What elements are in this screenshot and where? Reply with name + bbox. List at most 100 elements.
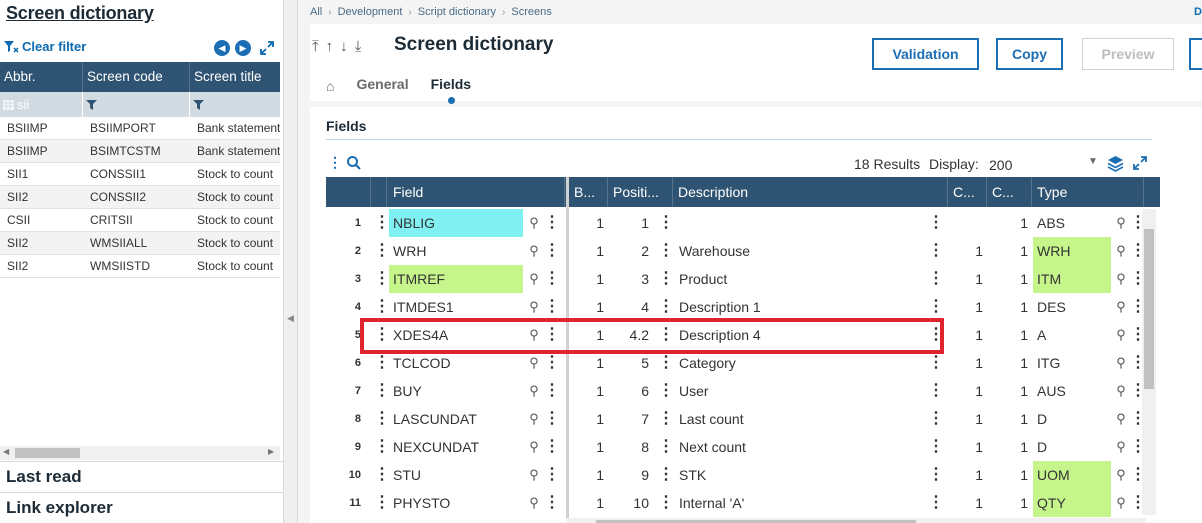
position-cell[interactable]: 10 — [608, 489, 653, 517]
type-cell[interactable]: D — [1033, 433, 1111, 461]
position-menu-icon[interactable]: ⋮ — [658, 377, 670, 405]
c1-cell[interactable]: 1 — [948, 405, 987, 433]
field-cell[interactable]: NBLIG — [389, 209, 523, 237]
breadcrumb-development[interactable]: Development — [338, 6, 403, 18]
type-menu-icon[interactable]: ⋮ — [1130, 321, 1142, 349]
position-menu-icon[interactable]: ⋮ — [658, 433, 670, 461]
position-cell[interactable]: 3 — [608, 265, 653, 293]
type-cell[interactable]: A — [1033, 321, 1111, 349]
field-menu-icon[interactable]: ⋮ — [544, 237, 556, 265]
row-menu-icon[interactable]: ⋮ — [374, 265, 386, 293]
validation-button[interactable]: Validation — [872, 38, 979, 70]
description-cell[interactable]: Last count — [675, 405, 925, 433]
list-item[interactable]: SII2 WMSIIALL Stock to count — [0, 232, 280, 255]
b-cell[interactable]: 1 — [569, 461, 608, 489]
search-icon[interactable]: ⚲ — [1112, 237, 1130, 265]
field-menu-icon[interactable]: ⋮ — [544, 489, 556, 517]
c1-cell[interactable] — [948, 209, 987, 237]
c2-cell[interactable]: 1 — [987, 265, 1032, 293]
c2-cell[interactable]: 1 — [987, 489, 1032, 517]
type-cell[interactable]: ITM — [1033, 265, 1111, 293]
field-cell[interactable]: BUY — [389, 377, 523, 405]
row-menu-icon[interactable]: ⋮ — [374, 433, 386, 461]
c2-cell[interactable]: 1 — [987, 293, 1032, 321]
breadcrumb-script-dictionary[interactable]: Script dictionary — [418, 6, 496, 18]
vertical-scrollbar[interactable] — [1142, 209, 1156, 515]
search-icon[interactable]: ⚲ — [1112, 405, 1130, 433]
type-cell[interactable]: DES — [1033, 293, 1111, 321]
position-menu-icon[interactable]: ⋮ — [658, 237, 670, 265]
clear-filter-button[interactable]: Clear filter — [4, 39, 86, 54]
layers-icon[interactable] — [1107, 155, 1124, 172]
field-menu-icon[interactable]: ⋮ — [544, 377, 556, 405]
field-cell[interactable]: PHYSTO — [389, 489, 523, 517]
column-header-screen-title[interactable]: Screen title — [190, 62, 280, 92]
field-menu-icon[interactable]: ⋮ — [544, 461, 556, 489]
search-icon[interactable]: ⚲ — [1112, 265, 1130, 293]
position-menu-icon[interactable]: ⋮ — [658, 209, 670, 237]
field-cell[interactable]: ITMREF — [389, 265, 523, 293]
search-icon[interactable]: ⚲ — [525, 209, 543, 237]
description-cell[interactable]: Warehouse — [675, 237, 925, 265]
list-item[interactable]: BSIIMP BSIIMPORT Bank statement — [0, 117, 280, 140]
screen-title-filter[interactable] — [190, 92, 280, 117]
last-record-icon[interactable]: ⤓ — [355, 38, 362, 55]
c2-cell[interactable]: 1 — [987, 377, 1032, 405]
description-menu-icon[interactable]: ⋮ — [928, 237, 940, 265]
table-row[interactable]: 8 ⋮ LASCUNDAT ⚲ ⋮ 1 7 ⋮ Last count ⋮ 1 1 D ⚲ ⋮ — [326, 405, 1160, 433]
c2-cell[interactable]: 1 — [987, 405, 1032, 433]
display-select[interactable]: 200 — [989, 157, 1012, 173]
next-icon[interactable]: ▶ — [235, 40, 251, 56]
next-record-icon[interactable]: ↓ — [340, 38, 348, 55]
type-cell[interactable]: AUS — [1033, 377, 1111, 405]
type-menu-icon[interactable]: ⋮ — [1130, 237, 1142, 265]
left-panel-title[interactable]: Screen dictionary — [6, 3, 154, 24]
position-cell[interactable]: 6 — [608, 377, 653, 405]
row-menu-icon[interactable]: ⋮ — [374, 293, 386, 321]
field-menu-icon[interactable]: ⋮ — [544, 433, 556, 461]
description-cell[interactable]: Description 1 — [675, 293, 925, 321]
type-menu-icon[interactable]: ⋮ — [1130, 293, 1142, 321]
list-item[interactable]: BSIIMP BSIMTCSTM Bank statement — [0, 140, 280, 163]
position-cell[interactable]: 8 — [608, 433, 653, 461]
search-icon[interactable]: ⚲ — [1112, 461, 1130, 489]
table-row[interactable]: 4 ⋮ ITMDES1 ⚲ ⋮ 1 4 ⋮ Description 1 ⋮ 1 1 DES ⚲ ⋮ — [326, 293, 1160, 321]
row-menu-icon[interactable]: ⋮ — [374, 489, 386, 517]
search-icon[interactable]: ⚲ — [1112, 433, 1130, 461]
table-row[interactable]: 3 ⋮ ITMREF ⚲ ⋮ 1 3 ⋮ Product ⋮ 1 1 ITM ⚲ ⋮ — [326, 265, 1160, 293]
search-icon[interactable]: ⚲ — [525, 461, 543, 489]
list-item[interactable]: SII2 CONSSII2 Stock to count — [0, 186, 280, 209]
link-explorer-section[interactable]: Link explorer — [0, 492, 284, 522]
type-menu-icon[interactable]: ⋮ — [1130, 405, 1142, 433]
list-item[interactable]: SII1 CONSSII1 Stock to count — [0, 163, 280, 186]
position-menu-icon[interactable]: ⋮ — [658, 489, 670, 517]
field-cell[interactable]: NEXCUNDAT — [389, 433, 523, 461]
position-menu-icon[interactable]: ⋮ — [658, 265, 670, 293]
b-cell[interactable]: 1 — [569, 377, 608, 405]
position-cell[interactable]: 1 — [608, 209, 653, 237]
scrollbar-thumb[interactable] — [1144, 229, 1154, 389]
type-menu-icon[interactable]: ⋮ — [1130, 377, 1142, 405]
copy-button[interactable]: Copy — [996, 38, 1063, 70]
c2-cell[interactable]: 1 — [987, 209, 1032, 237]
c1-cell[interactable]: 1 — [948, 265, 987, 293]
b-cell[interactable]: 1 — [569, 433, 608, 461]
column-header-screen-code[interactable]: Screen code — [83, 62, 190, 92]
horizontal-scrollbar[interactable] — [566, 518, 1146, 523]
field-menu-icon[interactable]: ⋮ — [544, 293, 556, 321]
column-header-description[interactable]: Description — [673, 177, 948, 207]
c2-cell[interactable]: 1 — [987, 349, 1032, 377]
description-cell[interactable] — [675, 209, 925, 237]
type-cell[interactable]: D — [1033, 405, 1111, 433]
more-button[interactable] — [1189, 38, 1202, 70]
b-cell[interactable]: 1 — [569, 209, 608, 237]
c1-cell[interactable]: 1 — [948, 377, 987, 405]
left-horizontal-scrollbar[interactable]: ◀ ▶ — [0, 446, 280, 460]
search-icon[interactable]: ⚲ — [1112, 489, 1130, 517]
b-cell[interactable]: 1 — [569, 405, 608, 433]
scroll-right-icon[interactable]: ▶ — [268, 447, 274, 456]
table-row[interactable]: 10 ⋮ STU ⚲ ⋮ 1 9 ⋮ STK ⋮ 1 1 UOM ⚲ ⋮ — [326, 461, 1160, 489]
search-icon[interactable] — [346, 155, 362, 171]
c1-cell[interactable]: 1 — [948, 293, 987, 321]
description-menu-icon[interactable]: ⋮ — [928, 265, 940, 293]
